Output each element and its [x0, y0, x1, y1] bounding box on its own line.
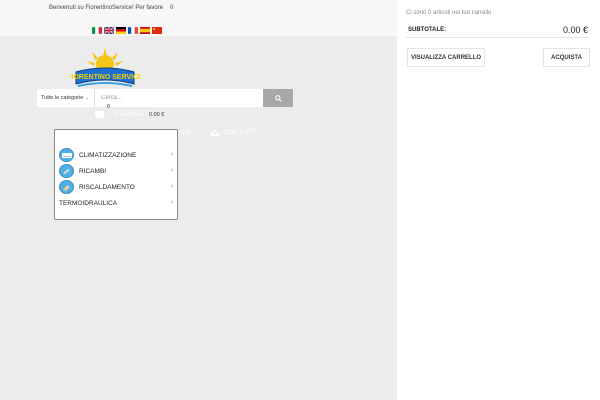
mini-cart[interactable]: 0 CARRELLO 0.00 € — [95, 104, 185, 124]
nav-contact-label: CONTATTI — [224, 129, 256, 136]
category-select[interactable]: Tutte le categorie ⌄ — [37, 89, 95, 107]
language-selector — [92, 27, 162, 34]
cart-side-panel: Ci sono 0 articoli nel tuo carrello SUBT… — [397, 0, 600, 400]
category-dropdown: CLIMATIZZAZIONE › RICAMBI › RISCALDAMENT… — [54, 129, 178, 220]
category-label: TERMOIDRAULICA — [59, 199, 118, 207]
fiorentino-service-logo[interactable]: FIORENTINO SERVICE — [70, 46, 140, 90]
login-link[interactable]: Login — [166, 5, 181, 11]
flag-gb-icon[interactable] — [104, 27, 114, 34]
flag-de-icon[interactable] — [116, 27, 126, 34]
svg-text:FIORENTINO SERVICE: FIORENTINO SERVICE — [70, 74, 140, 81]
chevron-down-icon: ⌄ — [85, 95, 90, 101]
flag-it-icon[interactable] — [92, 27, 102, 34]
chevron-right-icon: › — [170, 199, 173, 206]
category-item-riscaldamento[interactable]: RISCALDAMENTO › — [59, 180, 177, 194]
category-select-label: Tutte le categorie — [41, 95, 84, 101]
cart-info-text: Ci sono 0 articoli nel tuo carrello — [406, 10, 492, 16]
subtotal-label: SUBTOTALE: — [408, 27, 447, 33]
category-item-climatizzazione[interactable]: CLIMATIZZAZIONE › — [59, 148, 177, 162]
welcome-message: Benvenuti su FiorentinoService! Per favo… — [49, 5, 181, 11]
nav-about-us[interactable]: US — [182, 129, 191, 136]
chevron-right-icon: › — [170, 151, 173, 158]
cart-amount: 0.00 € — [149, 112, 165, 118]
chevron-right-icon: › — [170, 167, 173, 174]
divider — [406, 37, 588, 38]
category-label: CLIMATIZZAZIONE — [79, 151, 137, 159]
welcome-text: Benvenuti su FiorentinoService! Per favo… — [49, 5, 164, 11]
cart-label: CARRELLO — [115, 111, 152, 118]
flag-fr-icon[interactable] — [128, 27, 138, 34]
heater-icon — [59, 180, 74, 194]
subtotal-value: 0.00 € — [562, 25, 588, 35]
spare-parts-icon — [59, 164, 74, 178]
chevron-right-icon: › — [170, 183, 173, 190]
checkout-button[interactable]: ACQUISTA — [543, 48, 590, 67]
nav-contact[interactable]: CONTATTI — [211, 129, 256, 136]
top-bar: Benvenuti su FiorentinoService! Per favo… — [0, 0, 397, 36]
category-label: RISCALDAMENTO — [79, 183, 135, 191]
search-icon — [274, 94, 282, 102]
flag-es-icon[interactable] — [140, 27, 150, 34]
view-cart-button[interactable]: VISUALIZZA CARRELLO — [407, 48, 485, 67]
category-item-termoidraulica[interactable]: TERMOIDRAULICA › — [59, 196, 177, 210]
top-count: 0 — [170, 5, 174, 11]
category-item-ricambi[interactable]: RICAMBI › — [59, 164, 177, 178]
search-button[interactable] — [263, 89, 293, 107]
flag-cn-icon[interactable] — [152, 27, 162, 34]
cart-count-badge: 0 — [107, 104, 111, 110]
cart-icon — [95, 111, 104, 118]
air-conditioner-icon — [59, 148, 74, 162]
envelope-icon — [211, 129, 219, 136]
category-label: RICAMBI — [79, 167, 107, 175]
